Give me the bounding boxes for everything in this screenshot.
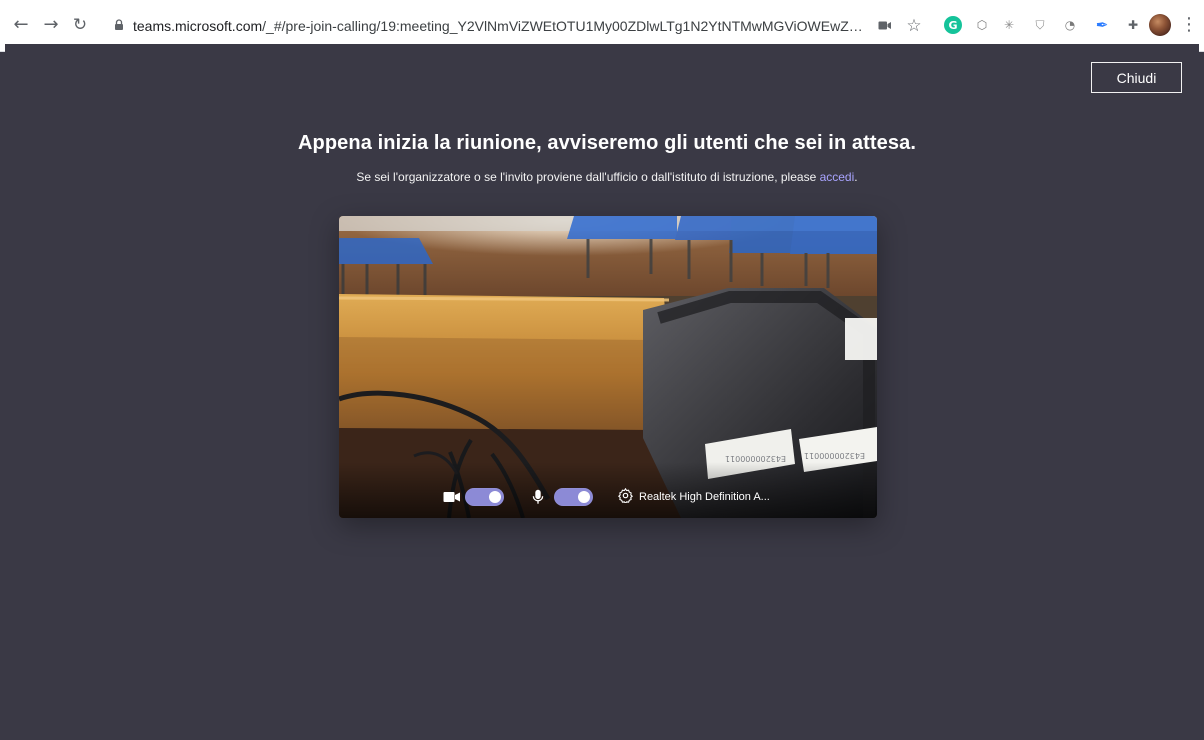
microphone-icon — [532, 489, 544, 504]
url-text[interactable]: teams.microsoft.com/_#/pre-join-calling/… — [133, 17, 863, 35]
back-arrow-icon[interactable]: ← — [10, 14, 32, 36]
sign-in-link[interactable]: accedi — [820, 170, 855, 184]
camera-toggle[interactable] — [465, 488, 504, 506]
snowflake-icon[interactable]: ✳ — [998, 14, 1020, 36]
microphone-toggle[interactable] — [554, 488, 593, 506]
audio-device-label[interactable]: Realtek High Definition A... — [639, 488, 789, 506]
settings-icon[interactable] — [618, 488, 633, 503]
avatar[interactable] — [1149, 14, 1171, 36]
camera-toggle-knob — [489, 491, 501, 503]
menu-icon[interactable]: ⋮ — [1180, 15, 1198, 35]
url-path: /_#/pre-join-calling/19:meeting_Y2VlNmVi… — [262, 18, 863, 34]
reload-icon[interactable]: ↻ — [69, 14, 91, 36]
forward-arrow-icon[interactable]: → — [40, 14, 62, 36]
video-controls: Realtek High Definition A... — [438, 487, 798, 507]
svg-text:E43200000011: E43200000011 — [725, 454, 786, 463]
sign-in-hint: Se sei l'organizzatore o se l'invito pro… — [250, 169, 964, 185]
feather-icon[interactable]: ✒ — [1091, 14, 1113, 36]
browser-extensions: G ⬡ ✳ ⛉ ◔ ✒ ✚ ⋮ — [944, 14, 1198, 38]
video-preview: E43200000011 E43200000011 Realtek High D… — [339, 216, 877, 518]
sign-in-hint-text: Se sei l'organizzatore o se l'invito pro… — [356, 170, 820, 184]
shield-icon[interactable]: ⛉ — [1029, 14, 1051, 36]
star-icon[interactable]: ☆ — [904, 16, 924, 36]
puzzle-icon[interactable]: ✚ — [1122, 14, 1144, 36]
circle-icon[interactable]: ◔ — [1059, 14, 1081, 36]
dropbox-icon[interactable]: ⬡ — [971, 14, 993, 36]
lock-icon — [115, 19, 123, 30]
microphone-toggle-knob — [578, 491, 590, 503]
sign-in-hint-suffix: . — [854, 170, 858, 184]
page-title: Appena inizia la riunione, avviseremo gl… — [298, 132, 916, 154]
close-button[interactable]: Chiudi — [1091, 62, 1182, 93]
grammarly-icon[interactable]: G — [944, 16, 962, 34]
address-bar[interactable]: teams.microsoft.com/_#/pre-join-calling/… — [103, 12, 930, 40]
camera-icon[interactable] — [878, 20, 892, 31]
video-preview-image: E43200000011 E43200000011 — [339, 216, 877, 518]
url-host: teams.microsoft.com — [133, 18, 263, 34]
camera-icon — [443, 492, 460, 502]
svg-text:E43200000011: E43200000011 — [804, 451, 865, 460]
